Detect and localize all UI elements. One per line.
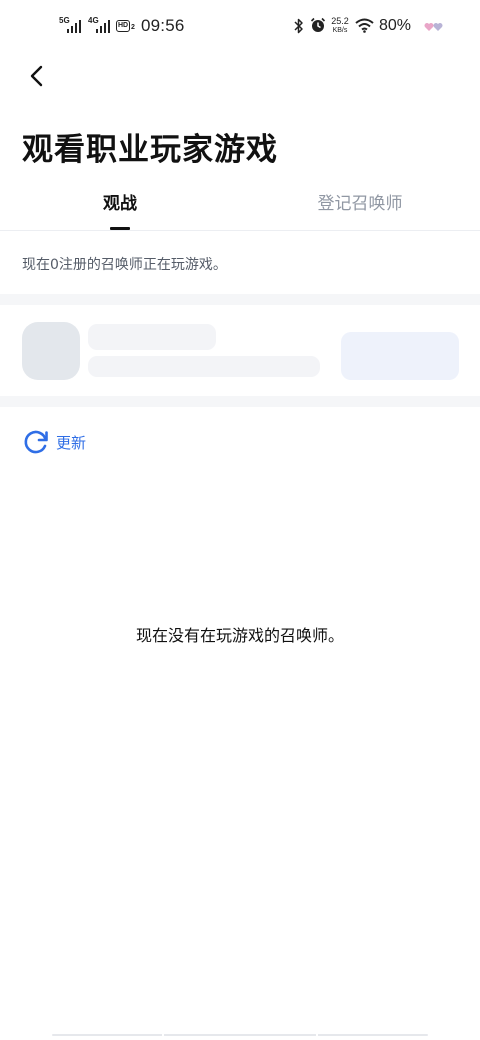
status-bar: 5G 4G HD 2 09:56 25.2 KB/s 80% — [0, 0, 480, 52]
back-button[interactable] — [22, 60, 52, 92]
hd-sub-label: 2 — [131, 24, 135, 31]
wifi-icon — [355, 18, 374, 33]
tab-register-summoner[interactable]: 登记召唤师 — [240, 186, 480, 230]
skeleton-button — [341, 332, 459, 380]
signal-icon — [67, 19, 83, 33]
signal-icon — [96, 19, 112, 33]
battery-level: 80% — [379, 17, 412, 34]
net-speed: 25.2 KB/s — [329, 17, 351, 35]
heart-icon — [424, 23, 443, 31]
skeleton-text-line — [88, 356, 320, 377]
net-speed-unit: KB/s — [332, 27, 348, 34]
bluetooth-icon — [294, 18, 303, 34]
tab-watch[interactable]: 观战 — [0, 186, 240, 230]
section-divider — [0, 294, 480, 305]
tab-bar: 观战 登记召唤师 — [0, 186, 480, 231]
tab-watch-label: 观战 — [103, 194, 137, 214]
tab-register-label: 登记召唤师 — [317, 194, 403, 214]
active-tab-indicator — [110, 227, 130, 230]
alarm-icon — [310, 17, 326, 32]
online-summoner-count: 现在0注册的召唤师正在玩游戏。 — [22, 257, 227, 273]
refresh-icon — [24, 430, 48, 454]
skeleton-card — [0, 305, 480, 396]
hd-voice-icon: HD 2 — [116, 20, 135, 33]
empty-state-message: 现在没有在玩游戏的召唤师。 — [135, 626, 344, 645]
section-divider — [0, 396, 480, 407]
page-title: 观看职业玩家游戏 — [22, 132, 278, 168]
hd-label: HD — [116, 20, 130, 32]
net-speed-value: 25.2 — [331, 16, 349, 26]
gesture-navigation-bar — [52, 1034, 428, 1036]
status-time: 09:56 — [141, 16, 185, 35]
skeleton-text-line — [88, 324, 216, 350]
refresh-label: 更新 — [56, 434, 87, 452]
skeleton-avatar — [22, 322, 80, 380]
chevron-left-icon — [30, 65, 43, 87]
